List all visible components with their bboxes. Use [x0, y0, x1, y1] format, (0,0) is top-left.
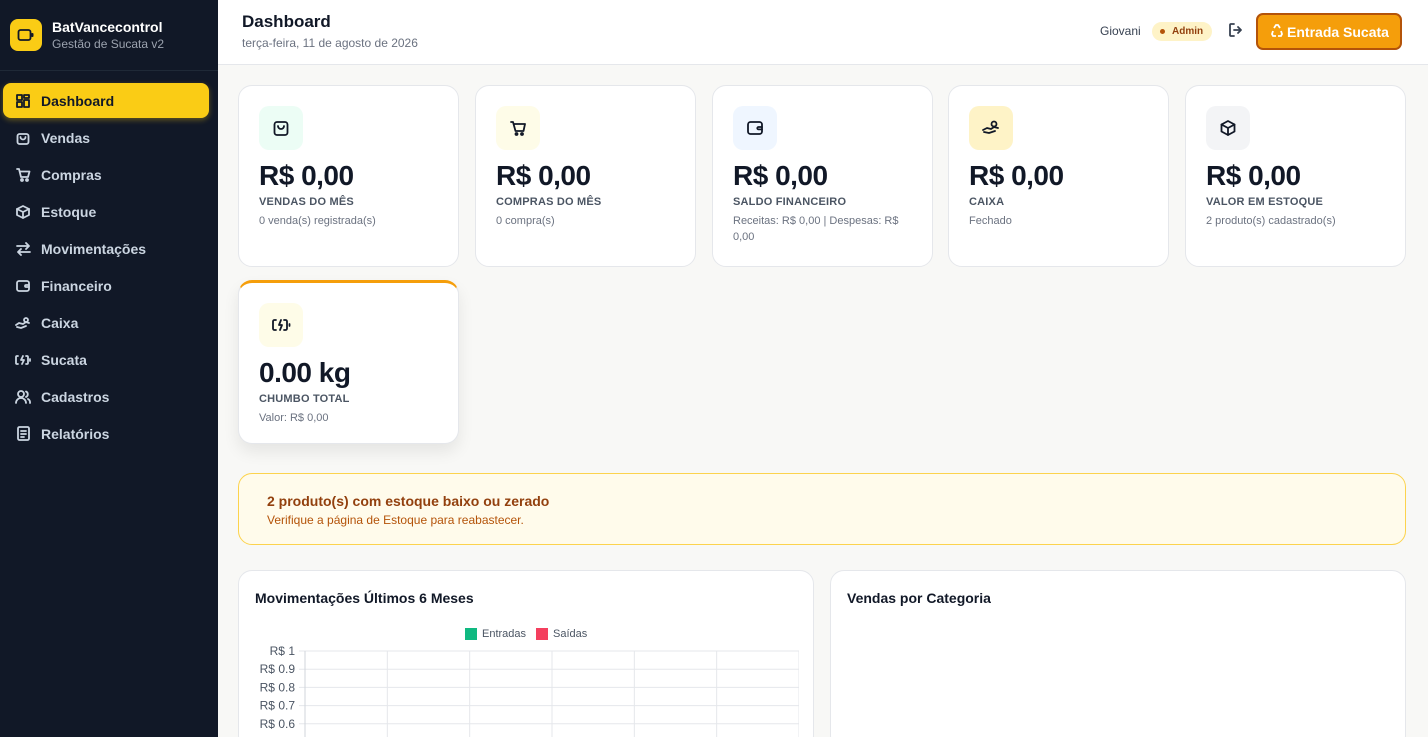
stat-label: VALOR EM ESTOQUE [1206, 196, 1324, 208]
stat-card-chumbo: 0.00 kg CHUMBO TOTAL Valor: R$ 0,00 [238, 280, 459, 444]
box-icon [15, 204, 31, 220]
stat-value: R$ 0,00 [259, 160, 354, 191]
stat-value: 0.00 kg [259, 357, 351, 388]
y-tick-label: R$ 0.8 [260, 680, 296, 694]
alert-title: 2 produto(s) com estoque baixo ou zerado [267, 493, 550, 509]
y-tick-label: R$ 0.6 [260, 717, 296, 731]
users-icon [15, 389, 31, 405]
hand-coins-icon [15, 315, 31, 331]
legend-swatch-saidas [536, 628, 549, 640]
legend-label-saidas[interactable]: Saídas [553, 628, 587, 640]
sidebar-item-financeiro[interactable]: Financeiro [3, 268, 209, 303]
battery-icon [259, 303, 303, 347]
sidebar-item-dashboard[interactable]: Dashboard [3, 83, 209, 118]
sidebar-item-label: Financeiro [41, 277, 112, 294]
stat-value: R$ 0,00 [733, 160, 828, 191]
y-tick-label: R$ 0.7 [260, 699, 296, 713]
shopping-bag-icon [259, 106, 303, 150]
battery-icon [15, 352, 31, 368]
stat-detail: Receitas: R$ 0,00 | Despesas: R$ 0,00 [733, 215, 899, 243]
current-date: terça-feira, 11 de agosto de 2026 [242, 36, 418, 50]
sidebar-item-caixa[interactable]: Caixa [3, 305, 209, 340]
movements-chart-panel: Movimentações Últimos 6 Meses Entradas S… [238, 570, 814, 737]
low-stock-alert: 2 produto(s) com estoque baixo ou zerado… [238, 473, 1406, 545]
stat-card-compras: R$ 0,00 COMPRAS DO MÊS 0 compra(s) [475, 85, 696, 267]
hand-coins-icon [969, 106, 1013, 150]
stat-label: COMPRAS DO MÊS [496, 196, 602, 208]
panel-title: Vendas por Categoria [847, 590, 991, 606]
role-label: Admin [1172, 26, 1204, 37]
sidebar: BatVancecontrol Gestão de Sucata v2 Dash… [0, 0, 218, 737]
stat-label: VENDAS DO MÊS [259, 196, 354, 208]
sidebar-item-label: Estoque [41, 203, 97, 220]
recycle-icon [1269, 23, 1287, 41]
stat-label: CAIXA [969, 196, 1005, 208]
wallet-icon [15, 278, 31, 294]
stat-label: SALDO FINANCEIRO [733, 196, 847, 208]
movements-chart: R$ 1 R$ 0.9 R$ 0.8 R$ 0.7 R$ 0.6 [260, 644, 799, 737]
stat-detail: 0 venda(s) registrada(s) [259, 215, 376, 227]
brand: BatVancecontrol Gestão de Sucata v2 [0, 0, 218, 71]
sidebar-item-vendas[interactable]: Vendas [3, 120, 209, 155]
sidebar-item-estoque[interactable]: Estoque [3, 194, 209, 229]
stat-value: R$ 0,00 [969, 160, 1064, 191]
sidebar-item-label: Sucata [41, 351, 87, 368]
stat-detail: Fechado [969, 215, 1012, 227]
sidebar-item-label: Cadastros [41, 388, 110, 405]
sidebar-item-relatorios[interactable]: Relatórios [3, 416, 209, 451]
y-tick-label: R$ 1 [270, 644, 296, 658]
brand-subtitle: Gestão de Sucata v2 [52, 37, 165, 51]
cart-icon [496, 106, 540, 150]
stat-value: R$ 0,00 [1206, 160, 1301, 191]
sidebar-item-movimentacoes[interactable]: Movimentações [3, 231, 209, 266]
stat-card-saldo: R$ 0,00 SALDO FINANCEIRO Receitas: R$ 0,… [712, 85, 933, 267]
user-name: Giovani [1100, 24, 1141, 38]
status-dot-icon [1160, 29, 1165, 34]
stat-detail: Valor: R$ 0,00 [259, 412, 329, 424]
sidebar-item-label: Relatórios [41, 425, 110, 442]
stat-value: R$ 0,00 [496, 160, 591, 191]
battery-logo-icon [10, 19, 42, 51]
wallet-icon [733, 106, 777, 150]
arrows-exchange-icon [15, 241, 31, 257]
stat-label: CHUMBO TOTAL [259, 393, 350, 405]
y-tick-label: R$ 0.9 [260, 662, 296, 676]
sidebar-item-label: Dashboard [41, 92, 115, 109]
cart-icon [15, 167, 31, 183]
sidebar-item-sucata[interactable]: Sucata [3, 342, 209, 377]
chart-legend: Entradas Saídas [465, 628, 587, 640]
brand-name: BatVancecontrol [52, 19, 163, 35]
stat-card-vendas: R$ 0,00 VENDAS DO MÊS 0 venda(s) registr… [238, 85, 459, 267]
stat-card-estoque: R$ 0,00 VALOR EM ESTOQUE 2 produto(s) ca… [1185, 85, 1406, 267]
shopping-bag-icon [15, 130, 31, 146]
sidebar-item-label: Vendas [41, 129, 91, 146]
alert-text: Verifique a página de Estoque para reaba… [267, 513, 524, 527]
sidebar-item-compras[interactable]: Compras [3, 157, 209, 192]
legend-swatch-entradas [465, 628, 477, 640]
stat-detail: 2 produto(s) cadastrado(s) [1206, 215, 1336, 227]
stat-card-caixa: R$ 0,00 CAIXA Fechado [948, 85, 1169, 267]
report-icon [15, 426, 31, 442]
box-icon [1206, 106, 1250, 150]
stat-detail: 0 compra(s) [496, 215, 555, 227]
role-badge: Admin [1152, 22, 1213, 41]
panel-title: Movimentações Últimos 6 Meses [255, 590, 474, 606]
entrada-sucata-button[interactable]: Entrada Sucata [1256, 13, 1402, 50]
category-chart-panel: Vendas por Categoria [830, 570, 1406, 737]
top-header: Dashboard terça-feira, 11 de agosto de 2… [218, 0, 1428, 65]
legend-label-entradas[interactable]: Entradas [482, 628, 526, 640]
sidebar-item-label: Compras [41, 166, 102, 183]
page-title: Dashboard [242, 12, 331, 31]
logout-icon[interactable] [1228, 22, 1244, 38]
sidebar-item-cadastros[interactable]: Cadastros [3, 379, 209, 414]
dashboard-icon [15, 93, 31, 109]
sidebar-item-label: Movimentações [41, 240, 147, 257]
sidebar-nav: Dashboard Vendas Compras Estoque Movimen… [0, 71, 218, 451]
entrada-sucata-label: Entrada Sucata [1287, 23, 1389, 40]
sidebar-item-label: Caixa [41, 314, 79, 331]
